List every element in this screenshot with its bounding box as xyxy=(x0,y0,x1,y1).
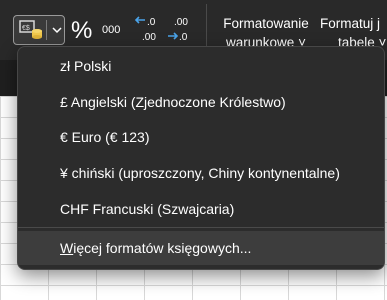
svg-text:.00: .00 xyxy=(142,32,156,43)
menu-item-label: ¥ chiński (uproszczony, Chiny kontynenta… xyxy=(60,165,340,181)
svg-text:.00: .00 xyxy=(174,17,188,28)
svg-text:%: % xyxy=(71,17,92,43)
menu-item-swiss-franc[interactable]: CHF Francuski (Szwajcaria) xyxy=(18,192,384,226)
accounting-format-button[interactable]: €$ xyxy=(13,15,65,45)
menu-item-polish-zloty[interactable]: zł Polski xyxy=(18,49,384,83)
svg-text:000: 000 xyxy=(102,24,120,36)
menu-item-british-pound[interactable]: £ Angielski (Zjednoczone Królestwo) xyxy=(18,85,384,119)
menu-item-label: £ Angielski (Zjednoczone Królestwo) xyxy=(60,94,286,110)
svg-text:€$: €$ xyxy=(22,25,30,32)
more-accounting-formats-item[interactable]: Więcej formatów księgowych... xyxy=(18,231,384,265)
menu-item-label: CHF Francuski (Szwajcaria) xyxy=(60,201,235,217)
percent-style-icon[interactable]: % xyxy=(70,15,94,43)
increase-decimal-icon[interactable]: .0 .00 xyxy=(134,14,162,44)
menu-item-euro[interactable]: € Euro (€ 123) xyxy=(18,120,384,154)
accounting-format-dropdown: zł Polski £ Angielski (Zjednoczone Króle… xyxy=(17,46,385,270)
decrease-decimal-icon[interactable]: .00 .0 xyxy=(166,14,194,44)
svg-text:.0: .0 xyxy=(147,17,156,28)
svg-text:.0: .0 xyxy=(179,32,188,43)
chevron-down-icon[interactable] xyxy=(52,25,62,35)
menu-item-label: ięcej formatów księgowych... xyxy=(73,240,252,256)
format-as-table-label-line1: Formatuj j xyxy=(320,16,381,31)
menu-separator xyxy=(18,227,384,228)
menu-item-label: zł Polski xyxy=(60,58,112,74)
accounting-format-icon: €$ xyxy=(19,20,42,39)
menu-item-chinese-yuan[interactable]: ¥ chiński (uproszczony, Chiny kontynenta… xyxy=(18,156,384,190)
access-key-letter: W xyxy=(60,240,74,256)
comma-style-icon[interactable]: 000 xyxy=(102,20,126,36)
menu-item-label: € Euro (€ 123) xyxy=(60,129,150,145)
conditional-formatting-label-line1: Formatowanie xyxy=(223,16,309,31)
button-divider xyxy=(46,20,47,40)
